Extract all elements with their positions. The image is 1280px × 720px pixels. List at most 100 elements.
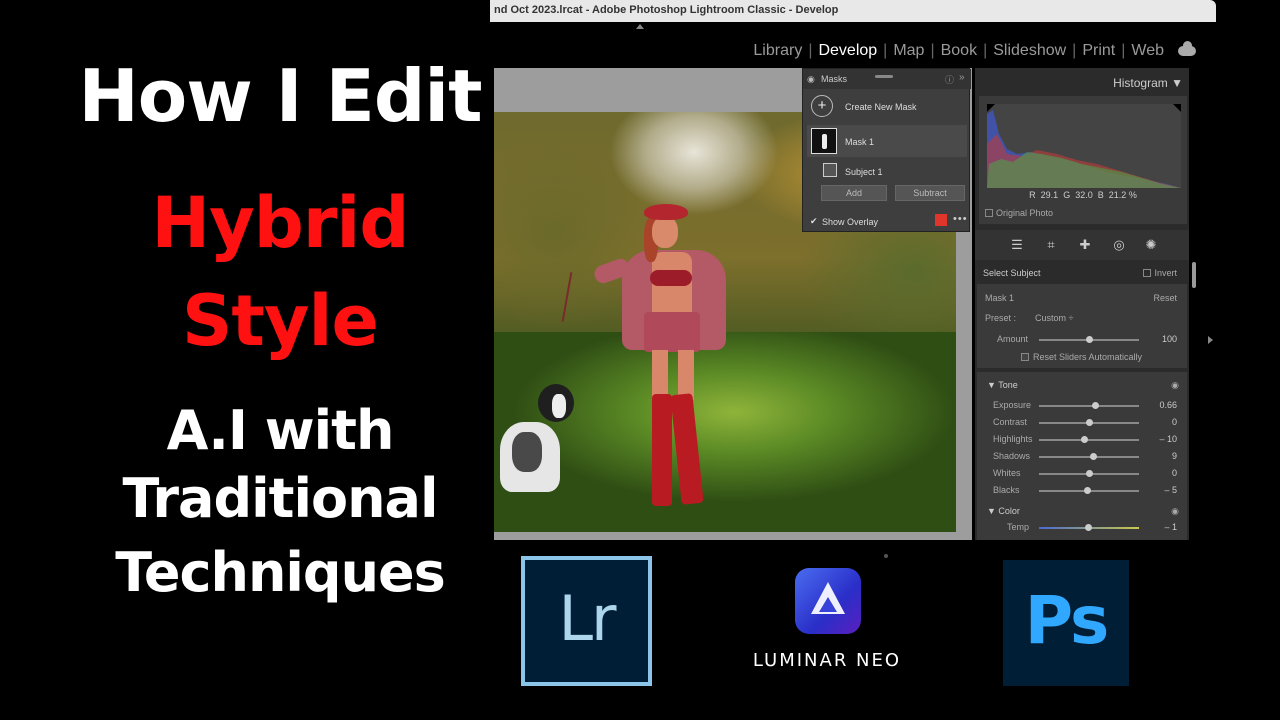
shadows-slider-knob[interactable] — [1090, 453, 1097, 460]
drag-handle-icon[interactable] — [875, 75, 893, 78]
exposure-slider-knob[interactable] — [1092, 402, 1099, 409]
amount-slider-knob[interactable] — [1086, 336, 1093, 343]
mask-1-row[interactable]: Mask 1 — [807, 125, 967, 157]
mask-1-label: Mask 1 — [845, 137, 875, 147]
histogram-title-text: Histogram — [1113, 76, 1168, 90]
reset-button[interactable]: Reset — [1153, 293, 1177, 303]
photo-skirt — [644, 312, 700, 352]
cloud-sync-icon[interactable] — [1178, 41, 1196, 56]
exposure-slider-track[interactable] — [1039, 405, 1139, 407]
invert-toggle[interactable]: Invert — [1143, 268, 1177, 278]
module-develop[interactable]: Develop — [812, 42, 883, 60]
whites-value[interactable]: 0 — [1147, 468, 1177, 478]
module-map[interactable]: Map — [887, 42, 930, 60]
overlay-color-swatch[interactable] — [935, 214, 947, 226]
exposure-value[interactable]: 0.66 — [1147, 400, 1177, 410]
tone-visibility-eye-icon[interactable]: ◉ — [1171, 380, 1179, 391]
preset-value: Custom — [1035, 313, 1067, 323]
shadows-label: Shadows — [993, 451, 1031, 461]
color-visibility-eye-icon[interactable]: ◉ — [1171, 506, 1179, 517]
add-mask-button[interactable]: Add — [821, 185, 887, 201]
histogram-rgb-readout: R 29.1 G 32.0 B 21.2 % — [979, 190, 1187, 200]
eye-icon[interactable]: ◉ — [807, 74, 815, 85]
invert-checkbox[interactable] — [1143, 269, 1152, 277]
contrast-value[interactable]: 0 — [1147, 417, 1177, 427]
subtract-mask-button[interactable]: Subtract — [895, 185, 965, 201]
title-line-style: Style — [182, 280, 379, 362]
reset-sliders-checkbox[interactable] — [1021, 353, 1029, 361]
more-options-icon[interactable]: ••• — [953, 213, 968, 225]
blacks-value[interactable]: – 5 — [1147, 485, 1177, 495]
mask-name-label: Mask 1 — [985, 293, 1015, 303]
title-line-traditional: Traditional — [122, 467, 439, 530]
temp-label: Temp — [1007, 522, 1030, 532]
photo-dog-spots — [512, 432, 542, 472]
crop-tool-icon[interactable]: ⌗ — [1043, 237, 1059, 253]
collapse-chevron-icon[interactable]: » — [959, 72, 965, 83]
histogram-title[interactable]: Histogram ▼ — [1113, 76, 1183, 90]
right-panel-expand-arrow-icon[interactable] — [1208, 336, 1213, 344]
shadows-value[interactable]: 9 — [1147, 451, 1177, 461]
title-line-how-i-edit: How I Edit — [78, 54, 483, 138]
module-library[interactable]: Library — [747, 42, 808, 60]
healing-bandage-icon[interactable]: ✚ — [1077, 237, 1093, 253]
b-label: B — [1097, 190, 1104, 200]
title-line-ai-with: A.I with — [166, 399, 395, 462]
preset-dropdown[interactable]: Custom ÷ — [1035, 313, 1073, 323]
histogram-graph[interactable] — [987, 104, 1181, 188]
original-photo-label: Original Photo — [996, 208, 1054, 218]
color-section-header[interactable]: ▼ Color — [987, 506, 1020, 516]
tone-section: ▼ Tone ◉ Exposure 0.66 Contrast 0 Highlights… — [977, 372, 1187, 502]
masks-title: Masks — [821, 74, 848, 84]
r-value: 29.1 — [1040, 190, 1059, 200]
reset-sliders-toggle[interactable]: Reset Sliders Automatically — [1021, 352, 1142, 362]
photo-grass — [494, 332, 956, 532]
highlights-slider-knob[interactable] — [1081, 436, 1088, 443]
photo-beret — [644, 204, 688, 220]
shadows-slider-track[interactable] — [1039, 456, 1139, 458]
title-line-techniques: Techniques — [115, 541, 446, 604]
shadow-clipping-indicator — [987, 104, 995, 112]
contrast-slider-knob[interactable] — [1086, 419, 1093, 426]
masks-panel-header[interactable]: ◉ Masks ⓘ » — [803, 69, 971, 89]
mask-thumbnail[interactable] — [811, 128, 837, 154]
exposure-label: Exposure — [993, 400, 1032, 410]
temp-slider-knob[interactable] — [1085, 524, 1092, 531]
g-value: 32.0 — [1075, 190, 1093, 200]
whites-slider-knob[interactable] — [1086, 470, 1093, 477]
preset-label: Preset : — [985, 313, 1017, 323]
amount-value[interactable]: 100 — [1147, 334, 1177, 344]
show-overlay-checkbox[interactable]: ✔ — [810, 216, 818, 227]
photo-boot — [652, 394, 672, 506]
select-subject-label[interactable]: Select Subject — [983, 268, 1041, 278]
info-icon[interactable]: ⓘ — [945, 73, 954, 86]
module-slideshow[interactable]: Slideshow — [987, 42, 1072, 60]
b-value: 21.2 — [1108, 190, 1127, 200]
highlights-slider-track[interactable] — [1039, 439, 1139, 441]
create-new-mask-label[interactable]: Create New Mask — [845, 102, 917, 112]
subject-1-label[interactable]: Subject 1 — [845, 167, 883, 177]
photo-head — [652, 216, 678, 248]
right-panel-scrollbar[interactable] — [1192, 262, 1196, 288]
panel-collapse-caret-icon[interactable] — [636, 24, 644, 29]
original-photo-checkbox[interactable] — [985, 209, 993, 217]
highlights-label: Highlights — [993, 434, 1033, 444]
photo-dog-face — [552, 394, 566, 418]
subject-person-icon[interactable] — [823, 163, 837, 177]
tone-section-header[interactable]: ▼ Tone — [987, 380, 1018, 390]
temp-value[interactable]: – 1 — [1147, 522, 1177, 532]
red-eye-icon[interactable]: ◎ — [1111, 237, 1127, 253]
highlights-value[interactable]: – 10 — [1147, 434, 1177, 444]
module-web[interactable]: Web — [1125, 42, 1170, 60]
original-photo-toggle[interactable]: Original Photo — [985, 208, 1053, 218]
sliders-tool-icon[interactable]: ☰ — [1009, 237, 1025, 253]
masks-panel: ◉ Masks ⓘ » + Create New Mask Mask 1 Sub… — [802, 68, 971, 232]
create-new-mask-button[interactable]: + — [811, 95, 833, 117]
blacks-slider-knob[interactable] — [1084, 487, 1091, 494]
module-book[interactable]: Book — [935, 42, 983, 60]
module-print[interactable]: Print — [1076, 42, 1121, 60]
window-titlebar[interactable]: nd Oct 2023.lrcat - Adobe Photoshop Ligh… — [490, 0, 1216, 22]
masking-tool-icon[interactable]: ✺ — [1143, 237, 1159, 253]
amount-label: Amount — [997, 334, 1029, 344]
luminar-app-icon — [795, 568, 861, 634]
